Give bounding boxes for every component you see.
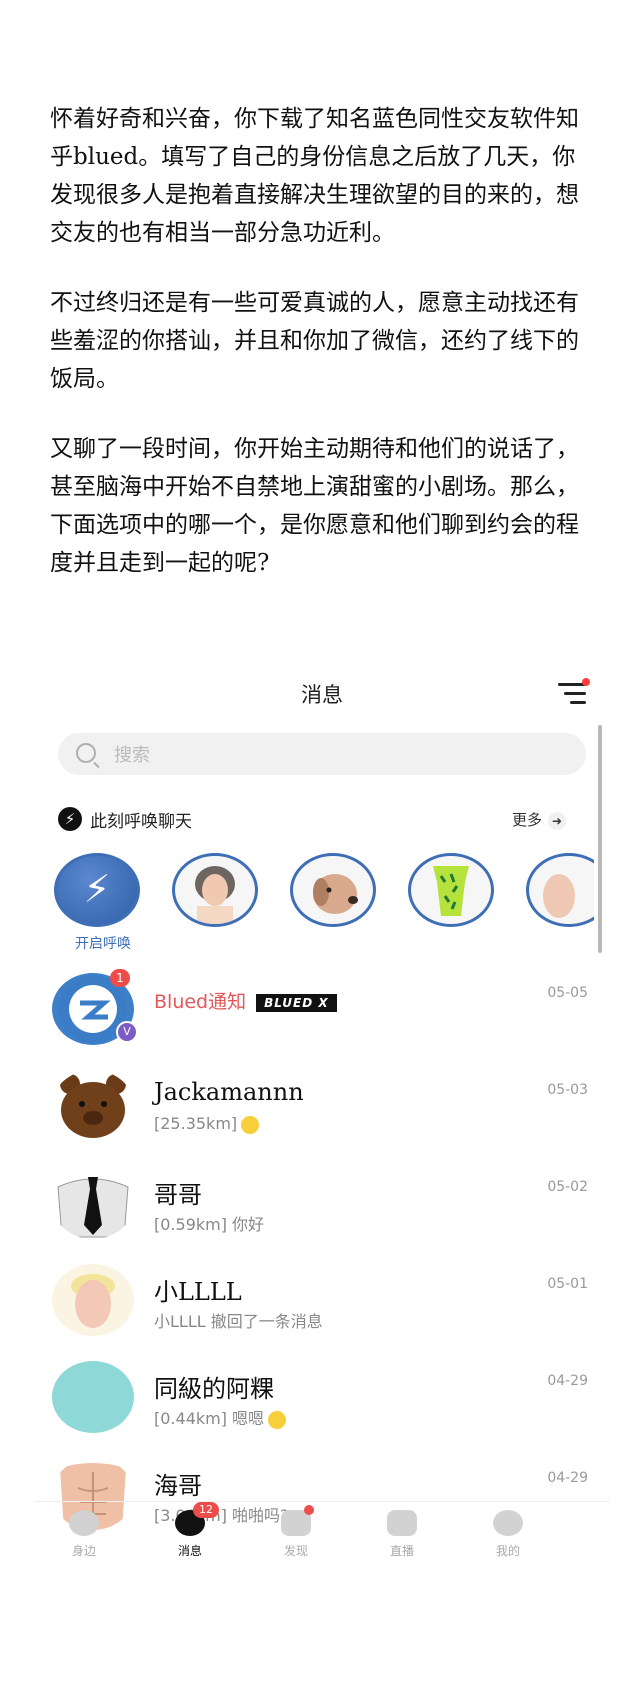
list-item[interactable]: Jackamannn [25.35km] 05-03 (34, 1062, 610, 1159)
tab-messages[interactable]: 12 消息 (140, 1502, 240, 1559)
message-date: 05-02 (547, 1179, 588, 1195)
search-input[interactable] (112, 739, 556, 771)
list-item[interactable]: 1 V Blued通知 BLUED X 05-05 (34, 965, 610, 1062)
story-paragraph-1: 怀着好奇和兴奋，你下载了知名蓝色同性交友软件知乎blued。填写了自己的身份信息… (50, 106, 579, 246)
grin-emoji-icon (241, 1115, 260, 1134)
location-icon (69, 1510, 99, 1536)
lightning-icon: ⚡ (58, 807, 82, 831)
tab-discover[interactable]: 发现 (246, 1505, 346, 1559)
avatar (52, 1167, 134, 1239)
call-avatar[interactable] (526, 853, 594, 927)
message-date: 05-05 (547, 985, 588, 1001)
notification-dot (304, 1505, 314, 1515)
story-paragraph-2: 不过终归还是有一些可爱真诚的人，愿意主动找还有些羞涩的你搭讪，并且和你加了微信，… (50, 290, 579, 392)
call-avatar[interactable] (408, 853, 494, 927)
avatar (52, 1070, 134, 1142)
search-bar[interactable] (58, 733, 586, 775)
list-item[interactable]: 同級的阿粿 [0.44km] 嗯嗯 04-29 (34, 1353, 610, 1450)
unread-badge: 1 (110, 969, 130, 987)
message-preview: [0.59km] 你好 (154, 1215, 265, 1234)
page-title: 消息 (301, 683, 343, 707)
contact-name: Blued通知 BLUED X (154, 987, 337, 1014)
messages-screen: 消息 ⚡ 此刻呼唤聊天 更多 ➜ ⚡ 开启呼唤 (34, 665, 610, 1682)
message-list: 1 V Blued通知 BLUED X 05-05 Jackamannn [25… (34, 965, 610, 1547)
message-preview: [25.35km] (154, 1114, 260, 1134)
video-icon (387, 1510, 417, 1536)
contact-name: 同級的阿粿 (154, 1375, 274, 1403)
contact-name: 小LLLL (154, 1278, 242, 1306)
tab-nearby[interactable]: 身边 (34, 1510, 134, 1559)
avatar (52, 1361, 134, 1433)
profile-icon (493, 1510, 523, 1536)
chat-icon: 12 (175, 1502, 219, 1536)
tab-label: 消息 (177, 1544, 202, 1558)
message-preview-text: [0.44km] 嗯嗯 (154, 1409, 265, 1428)
contact-name: 哥哥 (154, 1181, 202, 1209)
avatar (52, 1264, 134, 1336)
tab-label: 发现 (283, 1544, 308, 1558)
lightning-icon: ⚡ (83, 867, 111, 911)
top-bar: 消息 (34, 665, 610, 725)
call-avatar[interactable] (172, 853, 258, 927)
more-button[interactable]: 更多 ➜ (512, 809, 566, 830)
more-label: 更多 (511, 811, 542, 829)
tab-label: 直播 (389, 1544, 414, 1558)
message-date: 04-29 (547, 1470, 588, 1486)
list-item[interactable]: 哥哥 [0.59km] 你好 05-02 (34, 1159, 610, 1256)
contact-name-text: Blued通知 (154, 991, 247, 1013)
message-date: 04-29 (547, 1373, 588, 1389)
contact-name: Jackamannn (154, 1078, 304, 1106)
message-preview: [0.44km] 嗯嗯 (154, 1405, 287, 1429)
menu-icon[interactable] (558, 678, 590, 705)
message-date: 05-01 (547, 1276, 588, 1292)
bottom-tab-bar: 身边 12 消息 发现 直播 我的 (34, 1501, 610, 1572)
message-preview-text: [25.35km] (154, 1114, 238, 1133)
call-chat-row: ⚡ 此刻呼唤聊天 更多 ➜ (58, 805, 566, 835)
arrow-right-icon: ➜ (548, 812, 566, 830)
tab-label: 我的 (495, 1544, 520, 1558)
bluedx-tag: BLUED X (256, 993, 337, 1012)
tab-label: 身边 (71, 1544, 96, 1558)
verified-icon: V (116, 1021, 138, 1043)
summon-button[interactable]: ⚡ (54, 853, 140, 927)
list-item[interactable]: 小LLLL 小LLLL 撤回了一条消息 05-01 (34, 1256, 610, 1353)
tab-live[interactable]: 直播 (352, 1510, 452, 1559)
summon-label: 开启呼唤 (75, 936, 131, 952)
notification-dot (582, 678, 590, 686)
tab-profile[interactable]: 我的 (458, 1510, 558, 1559)
call-chat-label: 此刻呼唤聊天 (90, 812, 192, 832)
scrollbar[interactable] (598, 725, 602, 953)
unread-badge: 12 (193, 1502, 219, 1518)
smile-emoji-icon (268, 1410, 287, 1429)
search-icon (76, 743, 96, 763)
message-date: 05-03 (547, 1082, 588, 1098)
story-text: 怀着好奇和兴奋，你下载了知名蓝色同性交友软件知乎blued。填写了自己的身份信息… (50, 100, 595, 614)
message-preview: 小LLLL 撤回了一条消息 (154, 1312, 323, 1331)
call-avatar[interactable] (290, 853, 376, 927)
contact-name: 海哥 (154, 1472, 202, 1500)
story-paragraph-3: 又聊了一段时间，你开始主动期待和他们的说话了，甚至脑海中开始不自禁地上演甜蜜的小… (50, 436, 579, 576)
call-avatar-strip: ⚡ 开启呼唤 (54, 853, 594, 963)
discover-icon (281, 1505, 314, 1536)
